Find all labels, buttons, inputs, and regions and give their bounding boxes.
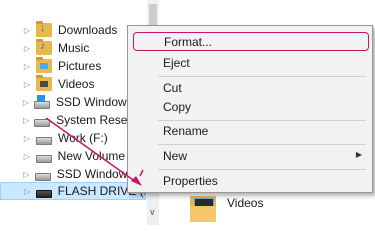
- drive-icon: [34, 118, 51, 127]
- expand-arrow-icon[interactable]: ▷: [22, 116, 30, 125]
- submenu-arrow-icon: ▶: [355, 150, 362, 159]
- videos-folder-icon: [36, 75, 52, 91]
- menu-item-cut[interactable]: Cut: [128, 78, 372, 97]
- expand-arrow-icon[interactable]: ▷: [22, 44, 32, 53]
- nav-item-system-reserved[interactable]: ▷ System Reserved (D: [0, 111, 146, 129]
- nav-item-ssd-windows-7[interactable]: ▷ SSD Windows 7 (H: [0, 165, 146, 183]
- downloads-folder-icon: [36, 21, 52, 37]
- menu-item-label: Format...: [164, 34, 213, 49]
- scroll-down-icon[interactable]: ∨: [149, 207, 156, 218]
- menu-item-format[interactable]: Format...: [133, 32, 369, 51]
- menu-separator: [158, 76, 366, 77]
- menu-item-label: Rename: [163, 123, 209, 138]
- expand-arrow-icon[interactable]: ▷: [22, 62, 32, 71]
- content-folder-label[interactable]: Videos: [227, 196, 263, 210]
- menu-item-properties[interactable]: Properties: [128, 171, 372, 190]
- expand-arrow-icon[interactable]: ▷: [22, 170, 31, 179]
- menu-item-label: Eject: [163, 55, 190, 70]
- nav-item-label: Music: [58, 41, 90, 55]
- navigation-pane: ▷ Downloads ▷ Music ▷ Pictures ▷ Videos …: [0, 0, 146, 232]
- drive-icon: [36, 136, 52, 145]
- menu-item-label: Properties: [163, 173, 218, 188]
- menu-item-new[interactable]: New ▶: [128, 146, 372, 165]
- expand-arrow-icon[interactable]: ▷: [22, 152, 32, 161]
- drive-icon: [35, 154, 52, 163]
- menu-item-label: Copy: [163, 99, 192, 114]
- menu-item-eject[interactable]: Eject: [128, 53, 372, 72]
- expand-arrow-icon[interactable]: ▷: [23, 187, 32, 196]
- expand-arrow-icon[interactable]: ▷: [22, 98, 30, 107]
- windows-drive-icon: [33, 94, 50, 109]
- nav-item-music[interactable]: ▷ Music: [0, 39, 146, 57]
- nav-item-pictures[interactable]: ▷ Pictures: [0, 57, 146, 75]
- nav-item-label: Videos: [58, 77, 95, 91]
- nav-item-label: Work (F:): [58, 131, 108, 145]
- menu-item-copy[interactable]: Copy: [128, 97, 372, 116]
- nav-item-label: Downloads: [58, 23, 118, 37]
- expand-arrow-icon[interactable]: ▷: [22, 134, 32, 143]
- nav-item-downloads[interactable]: ▷ Downloads: [0, 21, 146, 39]
- nav-item-label: Pictures: [58, 59, 102, 73]
- nav-item-work[interactable]: ▷ Work (F:): [0, 129, 146, 147]
- menu-item-label: Cut: [163, 80, 182, 95]
- menu-item-rename[interactable]: Rename: [128, 121, 372, 140]
- nav-item-new-volume[interactable]: ▷ New Volume (G:): [0, 147, 146, 165]
- expand-arrow-icon[interactable]: ▷: [22, 26, 32, 35]
- usb-drive-icon: [35, 189, 52, 198]
- nav-item-flash-drive[interactable]: ▷ FLASH DRIVE (K:): [0, 182, 146, 200]
- drive-icon: [34, 172, 51, 181]
- context-menu: Format... Eject Cut Copy Rename New ▶ Pr…: [127, 25, 373, 193]
- menu-separator: [158, 169, 366, 170]
- videos-folder-icon[interactable]: [190, 194, 216, 222]
- pictures-folder-icon: [36, 57, 52, 73]
- expand-arrow-icon[interactable]: ▷: [22, 80, 32, 89]
- music-folder-icon: [36, 39, 52, 55]
- menu-separator: [158, 144, 366, 145]
- nav-item-videos[interactable]: ▷ Videos: [0, 75, 146, 93]
- menu-item-label: New: [163, 148, 188, 163]
- nav-item-ssd-windows-8[interactable]: ▷ SSD Windows 8.1 (C: [0, 93, 146, 111]
